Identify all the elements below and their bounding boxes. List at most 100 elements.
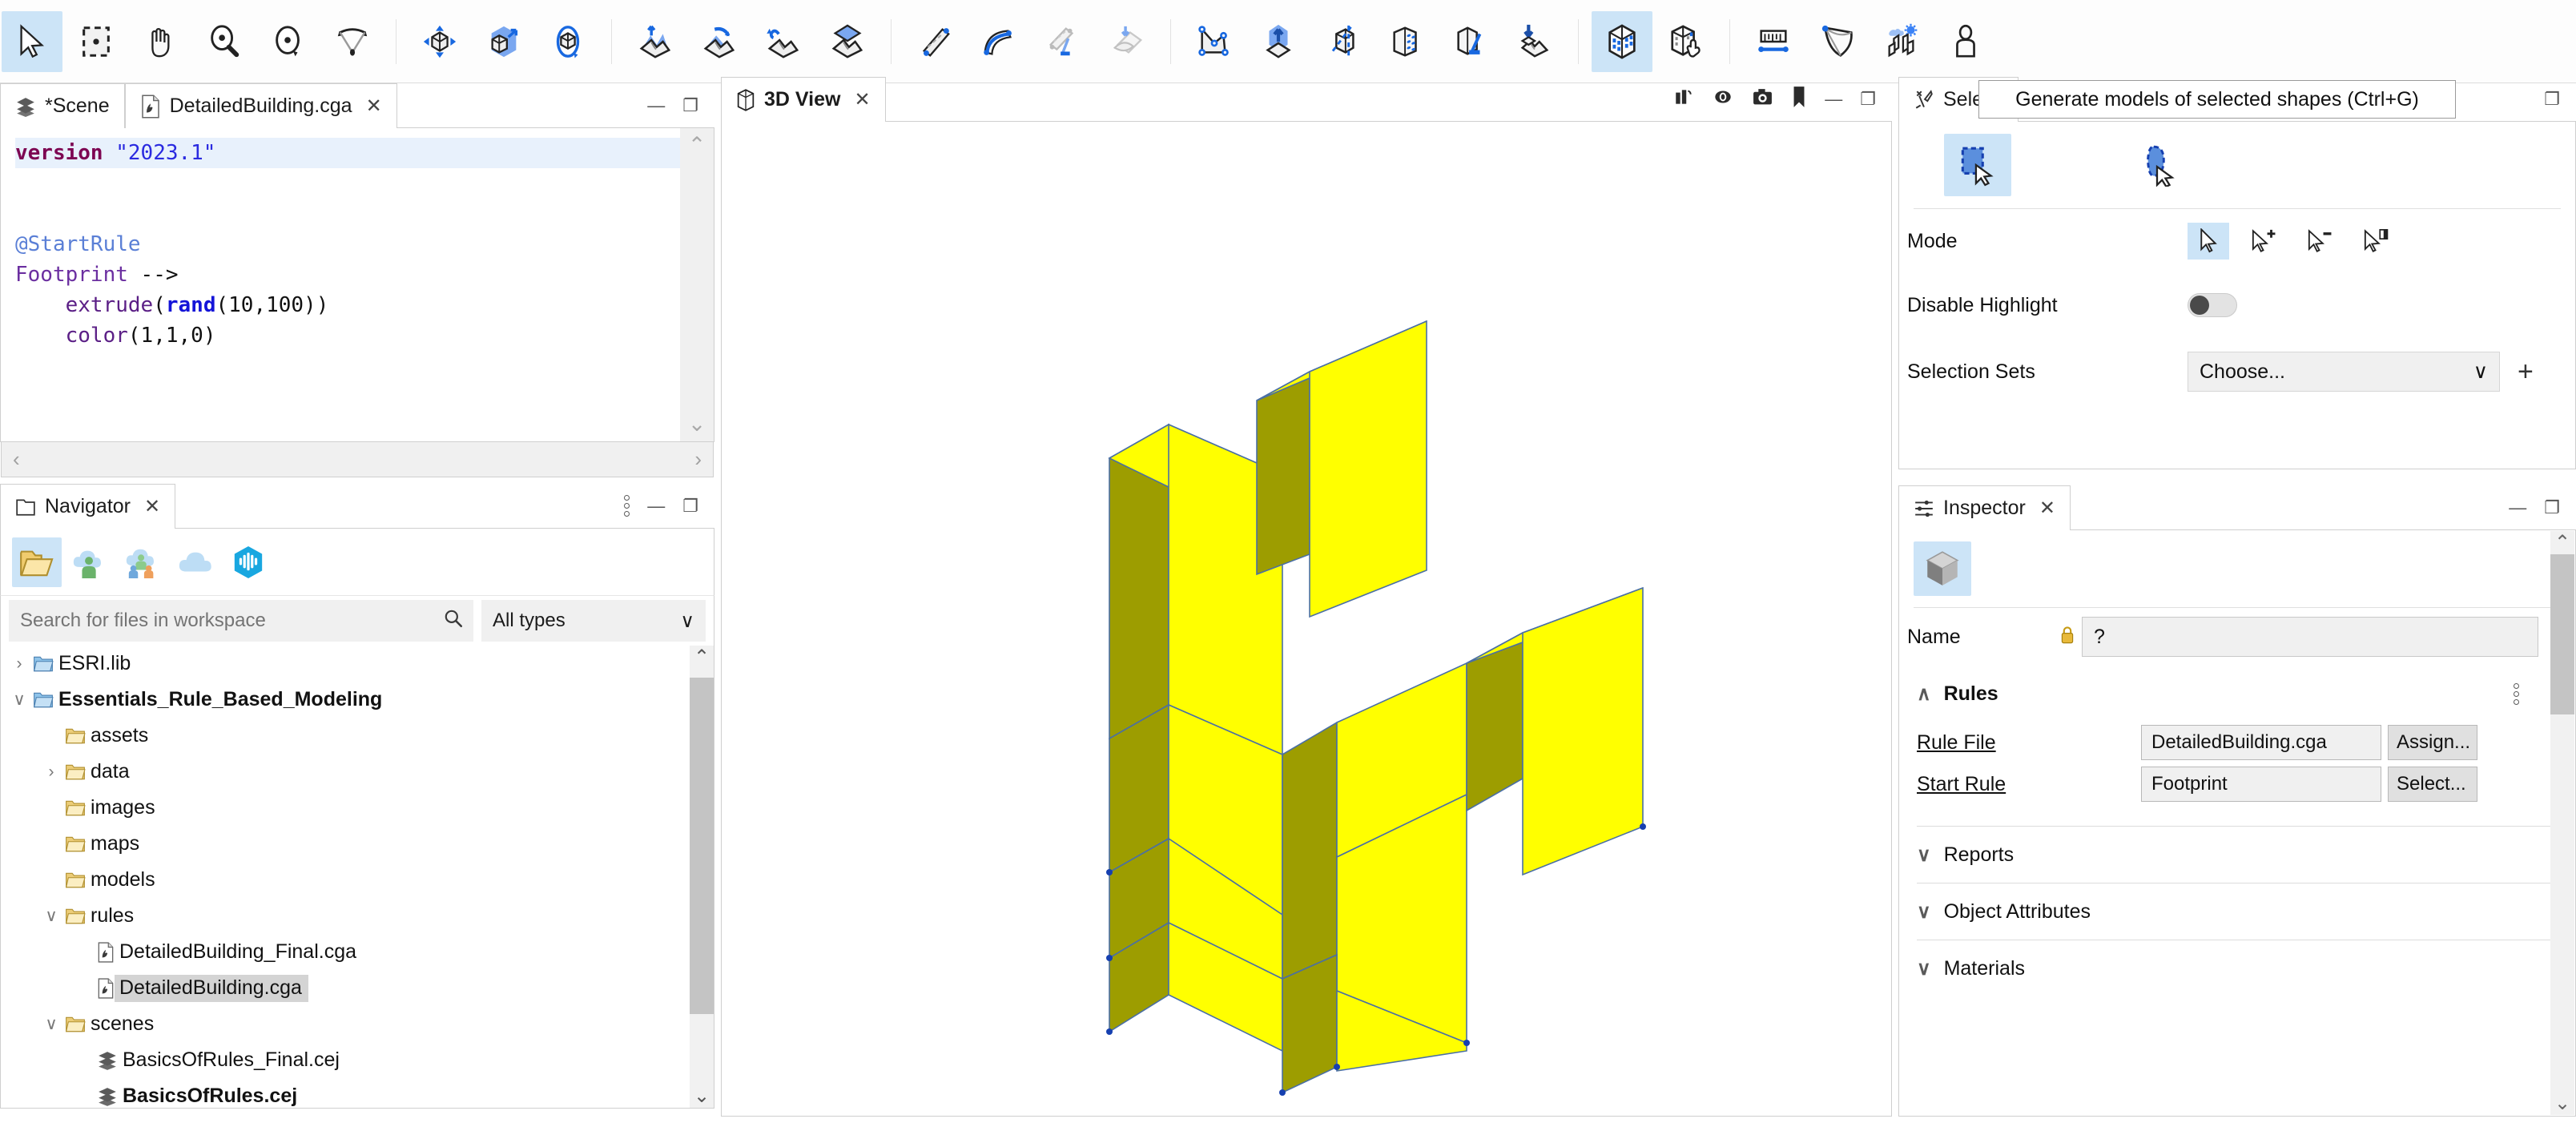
chevron-down-icon[interactable]: ∨ [1917, 957, 1931, 980]
bookmark-icon[interactable] [1791, 86, 1807, 112]
push-pull-terrain-tool[interactable] [625, 11, 686, 72]
rotate-tool[interactable] [537, 11, 598, 72]
name-field[interactable]: ? [2082, 617, 2538, 657]
orbit-tool[interactable] [258, 11, 319, 72]
inspector-scroll-thumb[interactable] [2550, 554, 2574, 714]
marquee-select-tool[interactable] [66, 11, 127, 72]
select-rule-button[interactable]: Select... [2388, 767, 2477, 802]
scale-tool[interactable] [473, 11, 534, 72]
maximize-icon[interactable]: ❐ [1860, 89, 1876, 110]
rule-file-label[interactable]: Rule File [1917, 731, 2141, 755]
search-input[interactable]: Search for files in workspace [9, 600, 473, 642]
zoom-tool[interactable] [194, 11, 255, 72]
viewshed-tool[interactable] [1807, 11, 1868, 72]
scroll-down-icon[interactable]: ⌄ [2554, 1092, 2570, 1115]
scroll-left-icon[interactable]: ‹ [13, 447, 20, 472]
cursor-add-icon[interactable] [2244, 223, 2285, 260]
cursor-replace-icon[interactable] [2188, 223, 2229, 260]
tree-item-maps[interactable]: maps [1, 826, 714, 862]
select-models-tool[interactable] [1656, 11, 1717, 72]
maximize-icon[interactable]: ❐ [682, 95, 698, 116]
scroll-up-icon[interactable]: ⌃ [2554, 531, 2570, 554]
selection-sets-dropdown[interactable]: Choose... ∨ [2188, 352, 2500, 392]
tree-item-detailedbuilding-cga[interactable]: DetailedBuilding.cga [1, 970, 714, 1006]
workspace-folder-icon[interactable] [12, 537, 62, 587]
shadow-analysis-tool[interactable] [1871, 11, 1932, 72]
tree-item-models[interactable]: models [1, 862, 714, 898]
dots-menu-icon[interactable] [624, 495, 630, 517]
tab-inspector[interactable]: Inspector ✕ [1898, 485, 2071, 530]
texture-shape-tool[interactable] [1376, 11, 1437, 72]
tree-item-scenes[interactable]: ∨ scenes [1, 1006, 714, 1042]
disable-highlight-toggle[interactable] [2188, 293, 2237, 317]
street-cleanup-tool[interactable] [1032, 11, 1093, 72]
person-scale-tool[interactable] [1935, 11, 1996, 72]
minimize-icon[interactable]: — [1825, 89, 1842, 110]
measure-tool[interactable] [1743, 11, 1804, 72]
cloud-icon[interactable] [171, 537, 220, 587]
section-rules[interactable]: ∧ Rules [1899, 666, 2575, 722]
tree-item-basicsofrules-final-cej[interactable]: BasicsOfRules_Final.cej [1, 1042, 714, 1078]
camera-icon[interactable] [1752, 87, 1773, 111]
maximize-icon[interactable]: ❐ [2544, 89, 2560, 110]
minimize-icon[interactable]: — [2509, 497, 2526, 518]
eye-icon[interactable] [1712, 87, 1734, 111]
tab-3d-view[interactable]: 3D View ✕ [721, 77, 886, 122]
rule-file-value[interactable]: DetailedBuilding.cga [2141, 725, 2381, 760]
navigator-scroll-thumb[interactable] [690, 678, 714, 1014]
cursor-intersect-icon[interactable] [2356, 223, 2397, 260]
section-materials[interactable]: ∨ Materials [1899, 940, 2575, 996]
cga-code-text[interactable]: version "2023.1" @StartRule Footprint --… [1, 128, 714, 351]
undo-terrain-tool[interactable] [753, 11, 814, 72]
pan-tool[interactable] [130, 11, 191, 72]
dots-menu-icon[interactable] [2514, 682, 2519, 705]
straight-street-tool[interactable] [904, 11, 965, 72]
tab-scene[interactable]: *Scene [0, 83, 125, 128]
move-tool[interactable] [409, 11, 470, 72]
rotate-terrain-tool[interactable] [689, 11, 750, 72]
living-atlas-icon[interactable] [223, 537, 273, 587]
minimize-icon[interactable]: — [647, 95, 665, 116]
shared-content-cloud-icon[interactable] [118, 537, 167, 587]
file-type-filter[interactable]: All types ∨ [481, 600, 706, 642]
view-angle-tool[interactable] [322, 11, 383, 72]
maximize-icon[interactable]: ❐ [2544, 497, 2560, 518]
extruded-building-model[interactable] [722, 122, 1891, 1115]
chevron-up-icon[interactable]: ∧ [1917, 682, 1931, 706]
section-object-attributes[interactable]: ∨ Object Attributes [1899, 883, 2575, 940]
twisty-icon[interactable]: ∨ [38, 1014, 65, 1034]
twisty-icon[interactable]: › [38, 763, 65, 782]
tree-item-rules[interactable]: ∨ rules [1, 898, 714, 934]
3d-viewport[interactable] [721, 122, 1892, 1117]
minimize-icon[interactable]: — [647, 496, 665, 517]
my-content-cloud-icon[interactable] [65, 537, 115, 587]
polygonal-shape-tool[interactable] [1184, 11, 1245, 72]
layers-panel-icon[interactable] [1673, 87, 1694, 111]
scroll-down-icon[interactable]: ⌄ [688, 407, 706, 441]
tree-item-basicsofrules-cej[interactable]: BasicsOfRules.cej [1, 1078, 714, 1108]
tree-item-detailedbuilding-final-cga[interactable]: DetailedBuilding_Final.cga [1, 934, 714, 970]
start-rule-value[interactable]: Footprint [2141, 767, 2381, 802]
select-tool[interactable] [2, 10, 62, 72]
twisty-icon[interactable]: ∨ [6, 690, 33, 710]
section-reports[interactable]: ∨ Reports [1899, 827, 2575, 883]
twisty-icon[interactable]: › [6, 654, 33, 674]
close-icon[interactable]: ✕ [366, 95, 382, 118]
close-icon[interactable]: ✕ [2039, 497, 2055, 520]
shape-inspect-icon[interactable] [1914, 541, 1971, 596]
align-shapes-tool[interactable] [1504, 11, 1565, 72]
close-icon[interactable]: ✕ [144, 495, 160, 518]
tree-item-images[interactable]: images [1, 790, 714, 826]
tree-item-essentials-rule-based-modeling[interactable]: ∨ Essentials_Rule_Based_Modeling [1, 682, 714, 718]
tab-navigator[interactable]: Navigator ✕ [0, 484, 176, 529]
rectangle-selection-icon[interactable] [1944, 134, 2011, 196]
chevron-down-icon[interactable]: ∨ [1917, 843, 1931, 867]
graph-snap-tool[interactable] [1097, 11, 1157, 72]
search-icon[interactable] [443, 608, 464, 634]
chevron-down-icon[interactable]: ∨ [2473, 360, 2488, 384]
scroll-right-icon[interactable]: › [694, 447, 702, 472]
close-icon[interactable]: ✕ [854, 88, 870, 111]
cursor-subtract-icon[interactable] [2300, 223, 2341, 260]
scroll-down-icon[interactable]: ⌄ [694, 1085, 710, 1108]
cleanup-shapes-tool[interactable] [1440, 11, 1501, 72]
